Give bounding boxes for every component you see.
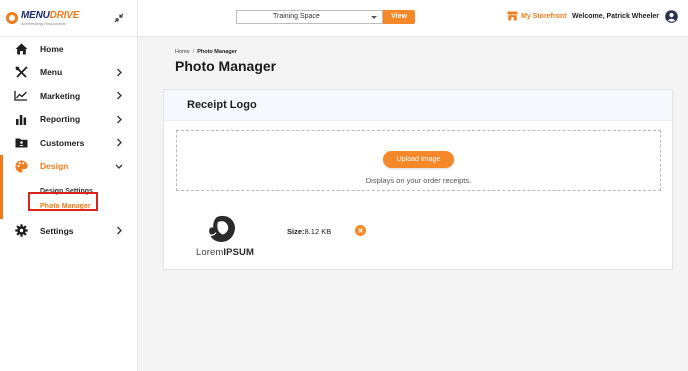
logo-text-lorem: Lorem [195,247,224,258]
logo-text-ipsum: IPSUM [223,247,255,258]
storefront-icon [507,11,518,21]
page-title: Photo Manager [175,58,277,74]
chevron-right-icon [117,138,122,147]
sidebar-item-label: Home [40,43,64,54]
sidebar-item-label: Settings [40,225,74,236]
breadcrumb-current: Photo Manager [197,49,237,55]
chevron-right-icon [117,68,122,76]
sidebar-item-marketing[interactable]: Marketing [0,84,137,108]
card-title: Receipt Logo [187,99,257,111]
logo-text-menu: MENU [21,9,50,21]
menudrive-logo[interactable]: MENUDRIVE Accelerating Restaurants [21,9,80,26]
space-select[interactable]: Training Space [236,10,383,24]
sidebar-item-settings[interactable]: Settings [0,219,137,243]
breadcrumb-home[interactable]: Home [175,49,190,55]
sidebar-item-customers[interactable]: Customers [0,131,137,155]
chevron-right-icon [117,115,122,123]
sidebar-item-home[interactable]: Home [0,37,137,61]
sidebar-item-design[interactable]: Design [3,155,137,179]
chevron-down-icon [115,164,123,169]
brand-header: MENUDRIVE Accelerating Restaurants [0,0,137,37]
utensils-icon [14,65,28,79]
logo-text-drive: DRIVE [49,9,80,21]
lorem-ipsum-logo-mark [209,215,235,242]
upload-hint: Displays on your order receipts. [365,176,472,185]
lorem-ipsum-logo-text: LoremIPSUM [192,247,258,258]
sidebar: MENUDRIVE Accelerating Restaurants Home … [0,0,138,371]
upload-dropzone[interactable]: Upload Image Displays on your order rece… [176,130,661,191]
sidebar-item-label: Customers [40,137,85,148]
menudrive-logo-icon [6,12,18,24]
breadcrumb-separator: / [192,49,195,55]
breadcrumb: Home / Photo Manager [175,49,237,55]
sidebar-item-label: Marketing [40,90,81,101]
space-select-value: Training Space [273,13,320,20]
sidebar-nav: Home Menu Marketing Reporting Customers … [0,37,137,243]
upload-image-button[interactable]: Upload Image [383,151,454,168]
caret-down-icon [371,15,377,19]
sidebar-item-label: Menu [40,67,63,78]
close-icon [358,228,363,233]
sidebar-item-label: Reporting [40,114,81,125]
remove-image-button[interactable] [355,225,366,236]
receipt-logo-preview: LoremIPSUM [192,215,258,261]
my-storefront-label: My Storefront [521,12,567,20]
welcome-text: Welcome, Patrick Wheeler [572,13,660,20]
top-bar: Training Space View My Storefront Welcom… [138,0,688,37]
palette-icon [14,159,28,173]
home-icon [14,42,28,56]
view-button[interactable]: View [383,10,415,24]
card-header: Receipt Logo [164,90,672,121]
file-size-value: 8.12 KB [304,227,332,236]
chevron-right-icon [117,226,122,235]
trend-chart-icon [14,89,28,103]
file-size: Size:8.12 KB [287,227,331,236]
sidebar-item-menu[interactable]: Menu [0,61,137,85]
gear-icon [14,224,28,238]
bar-chart-icon [14,112,28,126]
customer-card-icon [14,136,28,150]
sidebar-item-label: Design [40,161,69,172]
my-storefront-link[interactable]: My Storefront [507,11,567,21]
sidebar-item-reporting[interactable]: Reporting [0,108,137,132]
logo-tagline: Accelerating Restaurants [21,20,66,26]
user-avatar-icon[interactable] [665,10,678,23]
photo-manager-highlight [28,192,98,211]
file-size-label: Size: [287,227,305,236]
collapse-sidebar-icon[interactable] [114,13,124,23]
chevron-right-icon [117,91,122,100]
receipt-logo-card: Receipt Logo Upload Image Displays on yo… [163,89,673,270]
